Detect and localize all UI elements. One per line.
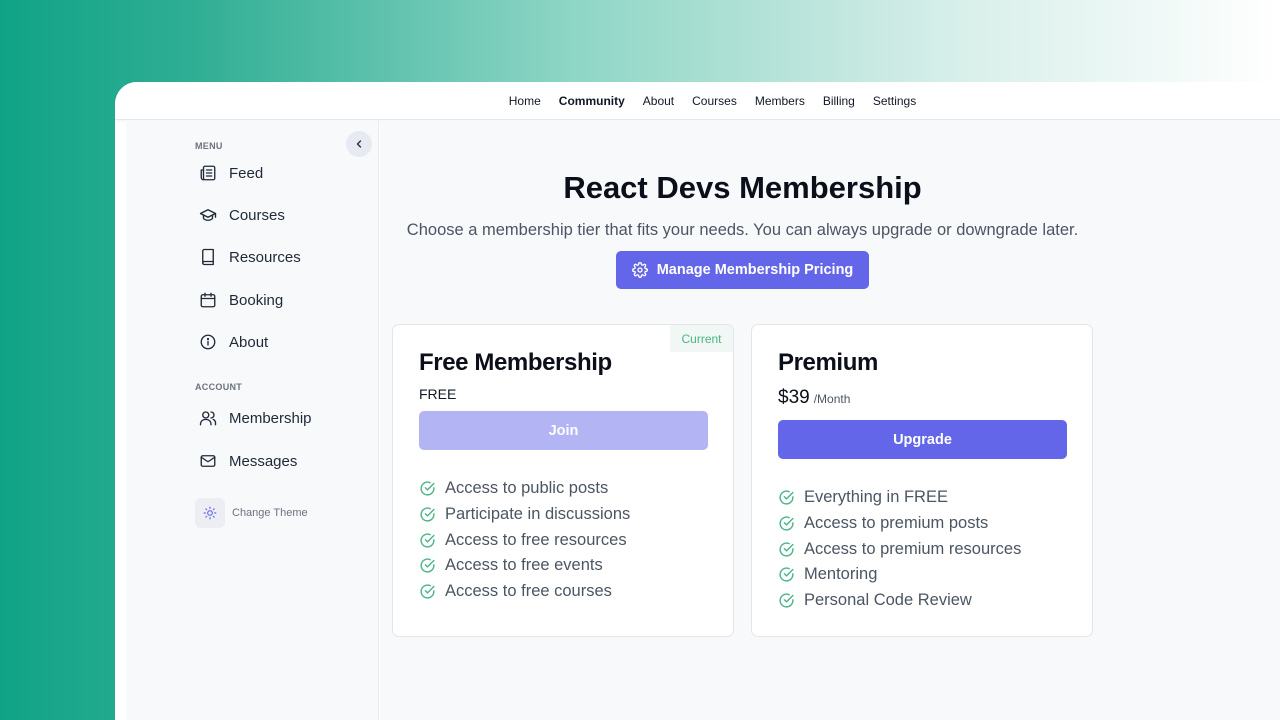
- feature-label: Access to premium posts: [804, 514, 989, 533]
- nav-billing[interactable]: Billing: [823, 94, 855, 108]
- newspaper-icon: [200, 165, 216, 181]
- list-item: Access to free resources: [419, 527, 630, 553]
- check-circle-icon: [420, 584, 435, 599]
- list-item: Mentoring: [778, 562, 1021, 588]
- sidebar-item-feed[interactable]: Feed: [199, 158, 263, 188]
- gear-icon: [631, 262, 648, 278]
- sidebar-item-label: Resources: [229, 248, 301, 266]
- book-icon: [202, 248, 214, 266]
- manage-membership-pricing-label: Manage Membership Pricing: [656, 262, 854, 278]
- change-theme-button[interactable]: Change Theme: [195, 498, 308, 528]
- collapse-sidebar-button[interactable]: [346, 131, 372, 157]
- main-content: React Devs Membership Choose a membershi…: [380, 120, 1280, 720]
- sidebar-item-courses[interactable]: Courses: [199, 200, 285, 230]
- feature-label: Access to free events: [445, 556, 603, 575]
- list-item: Participate in discussions: [419, 502, 630, 528]
- nav-about[interactable]: About: [643, 94, 674, 108]
- premium-plan-title: Premium: [778, 349, 878, 376]
- app-window: Home Community About Courses Members Bil…: [115, 82, 1280, 720]
- sidebar-item-resources[interactable]: Resources: [199, 242, 301, 272]
- sidebar-item-about[interactable]: About: [199, 327, 268, 357]
- feature-label: Access to premium resources: [804, 539, 1022, 558]
- calendar-icon: [200, 292, 216, 308]
- free-plan-features: Access to public posts Participate in di…: [419, 476, 630, 604]
- feature-label: Participate in discussions: [445, 505, 631, 524]
- nav-home[interactable]: Home: [509, 94, 541, 108]
- top-nav: Home Community About Courses Members Bil…: [115, 82, 1280, 120]
- list-item: Access to public posts: [419, 476, 630, 502]
- join-button[interactable]: Join: [419, 411, 708, 450]
- check-circle-icon: [420, 507, 435, 522]
- chevron-left-icon: [356, 140, 362, 148]
- list-item: Access to free courses: [419, 579, 630, 605]
- sidebar-item-label: Feed: [229, 164, 264, 182]
- check-circle-icon: [779, 542, 794, 557]
- page-subtitle: Choose a membership tier that fits your …: [406, 221, 1079, 239]
- check-circle-icon: [420, 481, 435, 496]
- free-plan-price: FREE: [419, 386, 457, 402]
- feature-label: Everything in FREE: [804, 488, 948, 507]
- change-theme-label: Change Theme: [232, 507, 308, 519]
- free-plan-title: Free Membership: [419, 349, 612, 376]
- sidebar-item-label: Messages: [229, 452, 298, 470]
- feature-label: Access to free courses: [445, 582, 612, 601]
- list-item: Access to free events: [419, 553, 630, 579]
- sidebar: MENU Feed Courses Resources Booking Abou…: [126, 120, 379, 720]
- nav-community[interactable]: Community: [559, 94, 625, 108]
- feature-label: Access to free resources: [445, 530, 627, 549]
- check-circle-icon: [779, 516, 794, 531]
- graduation-cap-icon: [199, 209, 217, 221]
- check-circle-icon: [779, 490, 794, 505]
- check-circle-icon: [420, 533, 435, 548]
- sidebar-item-messages[interactable]: Messages: [199, 446, 297, 476]
- sidebar-item-label: About: [229, 333, 269, 351]
- list-item: Personal Code Review: [778, 588, 1021, 614]
- menu-section-label: MENU: [195, 141, 223, 151]
- nav-members[interactable]: Members: [755, 94, 805, 108]
- list-item: Everything in FREE: [778, 485, 1021, 511]
- feature-label: Mentoring: [804, 565, 878, 584]
- check-circle-icon: [420, 558, 435, 573]
- theme-icon-box: [195, 498, 225, 528]
- feature-label: Access to public posts: [445, 479, 609, 498]
- users-icon: [199, 411, 217, 426]
- premium-price-amount: $39: [778, 387, 810, 408]
- free-membership-card: Current Free Membership FREE Join Access…: [392, 324, 734, 637]
- nav-settings[interactable]: Settings: [873, 94, 916, 108]
- premium-price-period: /Month: [813, 392, 851, 406]
- mail-icon: [200, 455, 216, 467]
- premium-plan-price: $39 /Month: [778, 387, 850, 409]
- manage-membership-pricing-button[interactable]: Manage Membership Pricing: [616, 251, 869, 289]
- premium-plan-features: Everything in FREE Access to premium pos…: [778, 485, 1021, 613]
- premium-membership-card: Premium $39 /Month Upgrade Everything in…: [751, 324, 1093, 637]
- sidebar-item-label: Courses: [229, 206, 285, 224]
- sidebar-item-label: Booking: [229, 291, 284, 309]
- check-circle-icon: [779, 567, 794, 582]
- sidebar-item-booking[interactable]: Booking: [199, 285, 283, 315]
- nav-courses[interactable]: Courses: [692, 94, 737, 108]
- upgrade-button[interactable]: Upgrade: [778, 420, 1067, 459]
- feature-label: Personal Code Review: [804, 591, 972, 610]
- list-item: Access to premium posts: [778, 511, 1021, 537]
- sidebar-item-membership[interactable]: Membership: [199, 403, 312, 433]
- list-item: Access to premium resources: [778, 536, 1021, 562]
- page-title: React Devs Membership: [563, 170, 922, 205]
- current-plan-badge: Current: [670, 325, 733, 352]
- sidebar-item-label: Membership: [229, 409, 312, 427]
- sun-icon: [203, 506, 217, 520]
- account-section-label: ACCOUNT: [195, 382, 243, 392]
- check-circle-icon: [779, 593, 794, 608]
- info-icon: [200, 334, 216, 350]
